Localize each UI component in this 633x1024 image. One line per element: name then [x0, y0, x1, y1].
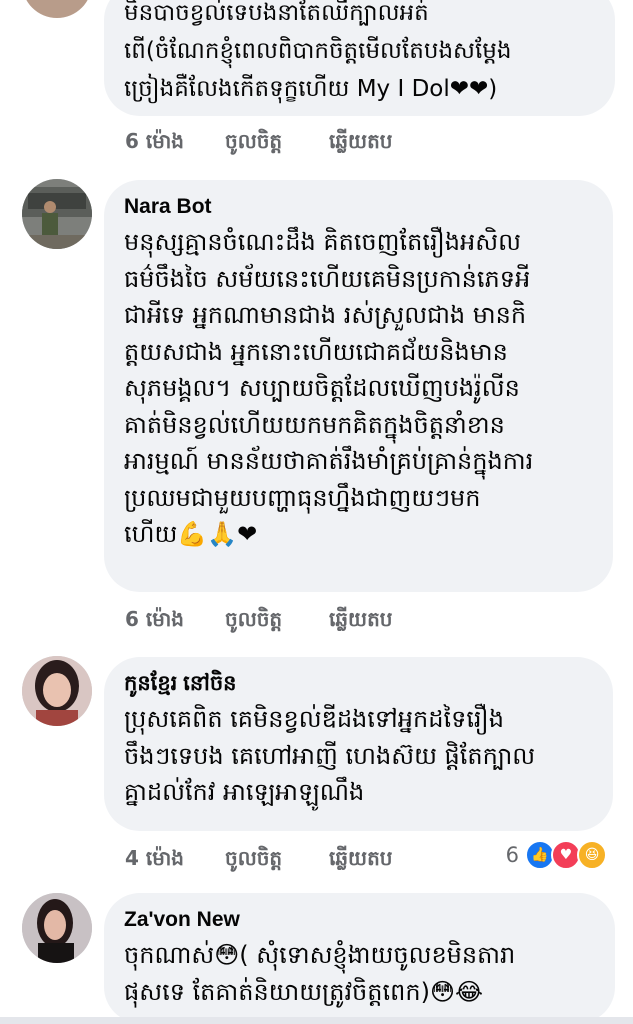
avatar-photo-icon	[22, 179, 92, 249]
comment-actions: 6 ម៉ោង ចូលចិត្ត ឆ្លើយតប	[125, 606, 392, 636]
reply-link[interactable]: ឆ្លើយតប	[329, 606, 392, 636]
bottom-divider	[0, 1017, 633, 1024]
avatar[interactable]	[22, 0, 92, 18]
like-link[interactable]: ចូលចិត្ត	[225, 128, 329, 158]
comment-time[interactable]: 6 ម៉ោង	[125, 606, 225, 636]
comment-actions: 6 ម៉ោង ចូលចិត្ត ឆ្លើយតប	[125, 128, 392, 158]
comment-author[interactable]: កូនខ្មែរ នៅចិន	[124, 671, 591, 697]
reaction-count: 6	[505, 843, 519, 867]
avatar[interactable]	[22, 893, 92, 963]
avatar[interactable]	[22, 179, 92, 249]
comment-author[interactable]: Za'von New	[124, 907, 593, 933]
haha-icon: 😆	[577, 840, 607, 870]
comment-text: ចុកណាស់😳( សុំទោសខ្ញុំងាយចូលខមិនតារា ផុសទ…	[124, 941, 516, 1006]
reply-link[interactable]: ឆ្លើយតប	[329, 845, 392, 875]
like-link[interactable]: ចូលចិត្ត	[225, 845, 329, 875]
comment-bubble[interactable]: មិនបាចខ្វល់ទេបងនាតែឈឺក្បាលអត់ ពើ(ចំណែកខ្…	[104, 0, 615, 116]
avatar[interactable]	[22, 656, 92, 726]
comment-author[interactable]: Nara Bot	[124, 194, 591, 220]
like-link[interactable]: ចូលចិត្ត	[225, 606, 329, 636]
avatar-photo-icon	[22, 656, 92, 726]
reply-link[interactable]: ឆ្លើយតប	[329, 128, 392, 158]
reaction-summary[interactable]: 6 👍 ♥ 😆	[506, 840, 607, 870]
comment-text: ប្រុសគេពិត គេមិនខ្វល់ឌីដងទៅអ្នកដទៃរឿង ចឹ…	[124, 705, 536, 806]
comment-time[interactable]: 4 ម៉ោង	[125, 845, 225, 875]
comment-bubble[interactable]: Nara Bot មនុស្សគ្មានចំណេះដឹង គិតចេញតែរឿង…	[104, 180, 613, 592]
comment-actions: 4 ម៉ោង ចូលចិត្ត ឆ្លើយតប	[125, 845, 392, 875]
comment-text: មិនបាចខ្វល់ទេបងនាតែឈឺក្បាលអត់ ពើ(ចំណែកខ្…	[124, 0, 512, 102]
comment-bubble[interactable]: កូនខ្មែរ នៅចិន ប្រុសគេពិត គេមិនខ្វល់ឌីដង…	[104, 657, 613, 831]
avatar-photo-icon	[22, 893, 92, 963]
comment-time[interactable]: 6 ម៉ោង	[125, 128, 225, 158]
comment-text: មនុស្សគ្មានចំណេះដឹង គិតចេញតែរឿងអសិល ធម៌ច…	[124, 228, 534, 548]
comment-bubble[interactable]: Za'von New ចុកណាស់😳( សុំទោសខ្ញុំងាយចូលខម…	[104, 893, 615, 1023]
